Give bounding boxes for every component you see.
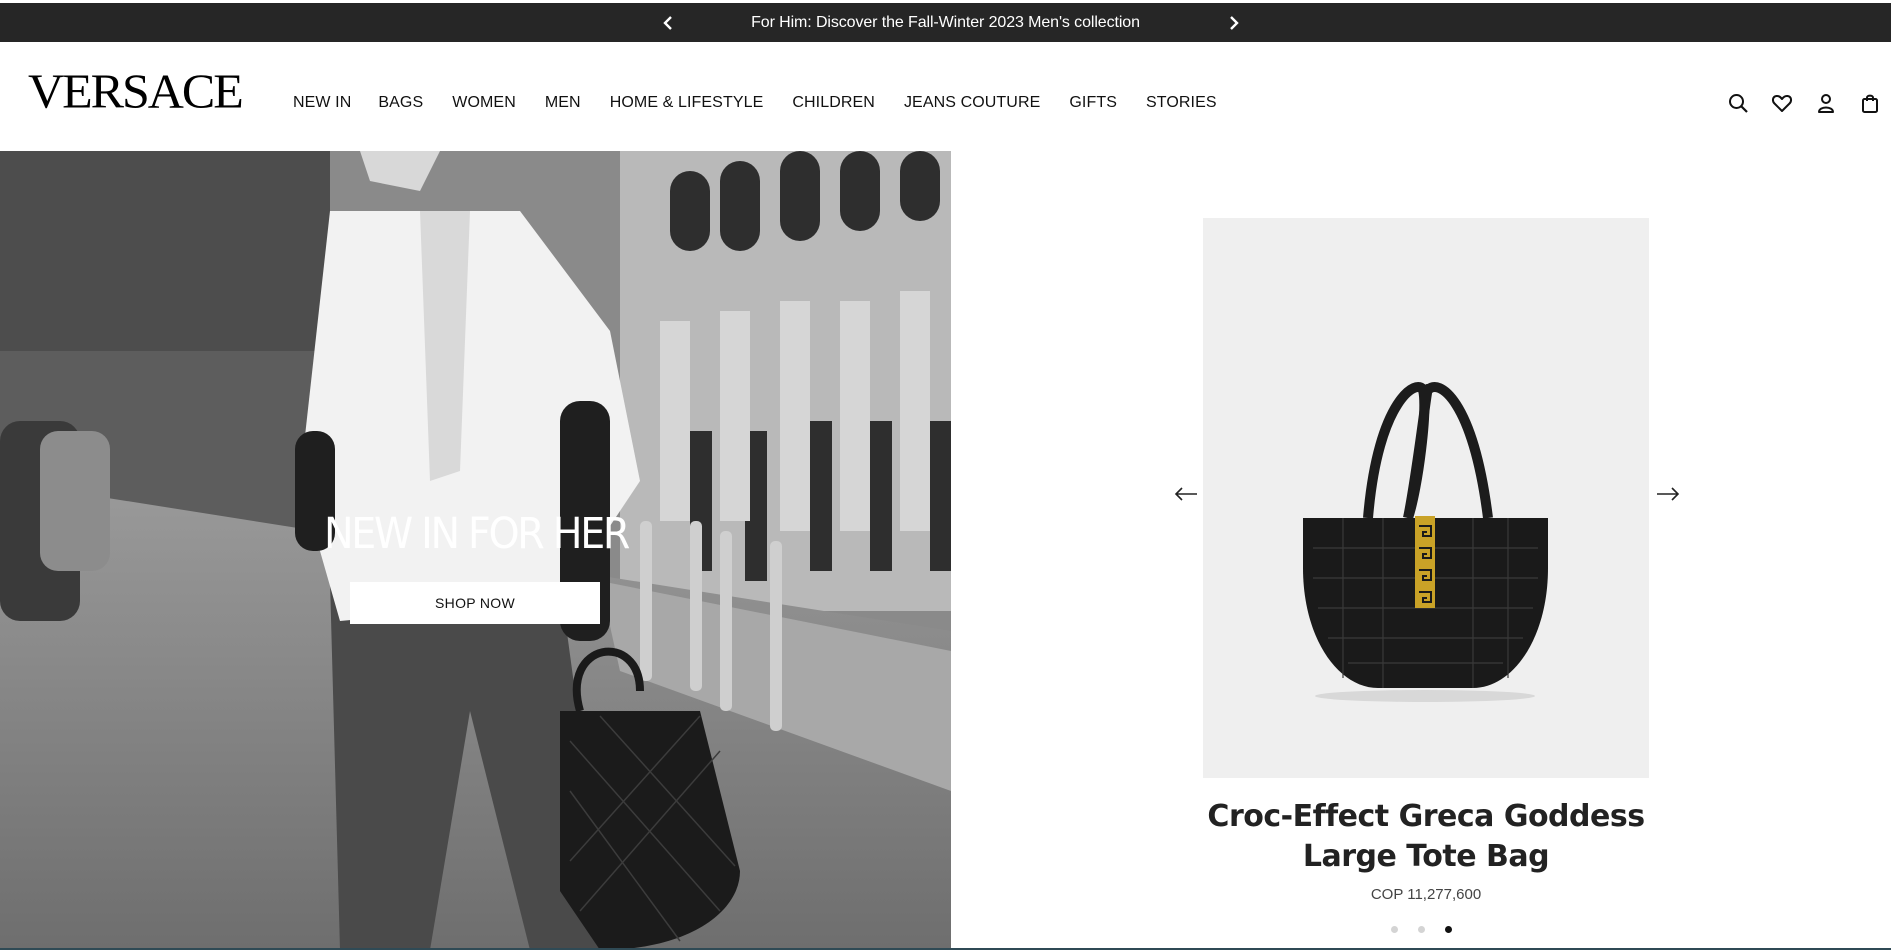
announcement-message[interactable]: For Him: Discover the Fall-Winter 2023 M… [0,3,1891,42]
site-header: VERSACE NEW IN BAGS WOMEN MEN HOME & LIF… [0,42,1891,151]
announcement-bar: For Him: Discover the Fall-Winter 2023 M… [0,3,1891,42]
nav-item-new-in[interactable]: NEW IN [293,94,351,112]
tote-bag-illustration [1203,218,1649,778]
shop-now-button[interactable]: SHOP NOW [350,582,600,624]
nav-item-jeans-couture[interactable]: JEANS COUTURE [904,94,1040,112]
versace-logo[interactable]: VERSACE [28,67,244,116]
product-name[interactable]: Croc-Effect Greca Goddess Large Tote Bag [1203,797,1649,877]
nav-item-men[interactable]: MEN [545,94,581,112]
heart-icon[interactable] [1771,92,1793,114]
nav-item-home-lifestyle[interactable]: HOME & LIFESTYLE [610,94,764,112]
product-image[interactable] [1203,218,1649,778]
product-name-line2: Large Tote Bag [1302,839,1550,874]
product-price: COP 11,277,600 [1370,886,1482,903]
nav-item-children[interactable]: CHILDREN [792,94,875,112]
nav-item-women[interactable]: WOMEN [452,94,516,112]
search-icon[interactable] [1727,92,1749,114]
carousel-dot-3[interactable] [1445,926,1452,933]
product-carousel: Croc-Effect Greca Goddess Large Tote Bag… [951,151,1891,950]
carousel-dot-2[interactable] [1418,926,1425,933]
header-icons [1727,92,1881,114]
carousel-dot-1[interactable] [1391,926,1398,933]
product-name-line1: Croc-Effect Greca Goddess [1207,799,1645,834]
hero-title: NEW IN FOR HER [324,509,630,559]
carousel-dots [1391,926,1452,933]
nav-item-bags[interactable]: BAGS [378,94,423,112]
arrow-left-icon[interactable] [1173,484,1199,504]
nav-item-stories[interactable]: STORIES [1146,94,1217,112]
arrow-right-icon[interactable] [1655,484,1681,504]
chevron-right-icon[interactable] [1224,14,1242,32]
hero-banner[interactable]: NEW IN FOR HER SHOP NOW [0,151,951,950]
nav-item-gifts[interactable]: GIFTS [1069,94,1117,112]
main-nav: NEW IN BAGS WOMEN MEN HOME & LIFESTYLE C… [293,94,1246,112]
user-icon[interactable] [1815,92,1837,114]
bag-icon[interactable] [1859,92,1881,114]
